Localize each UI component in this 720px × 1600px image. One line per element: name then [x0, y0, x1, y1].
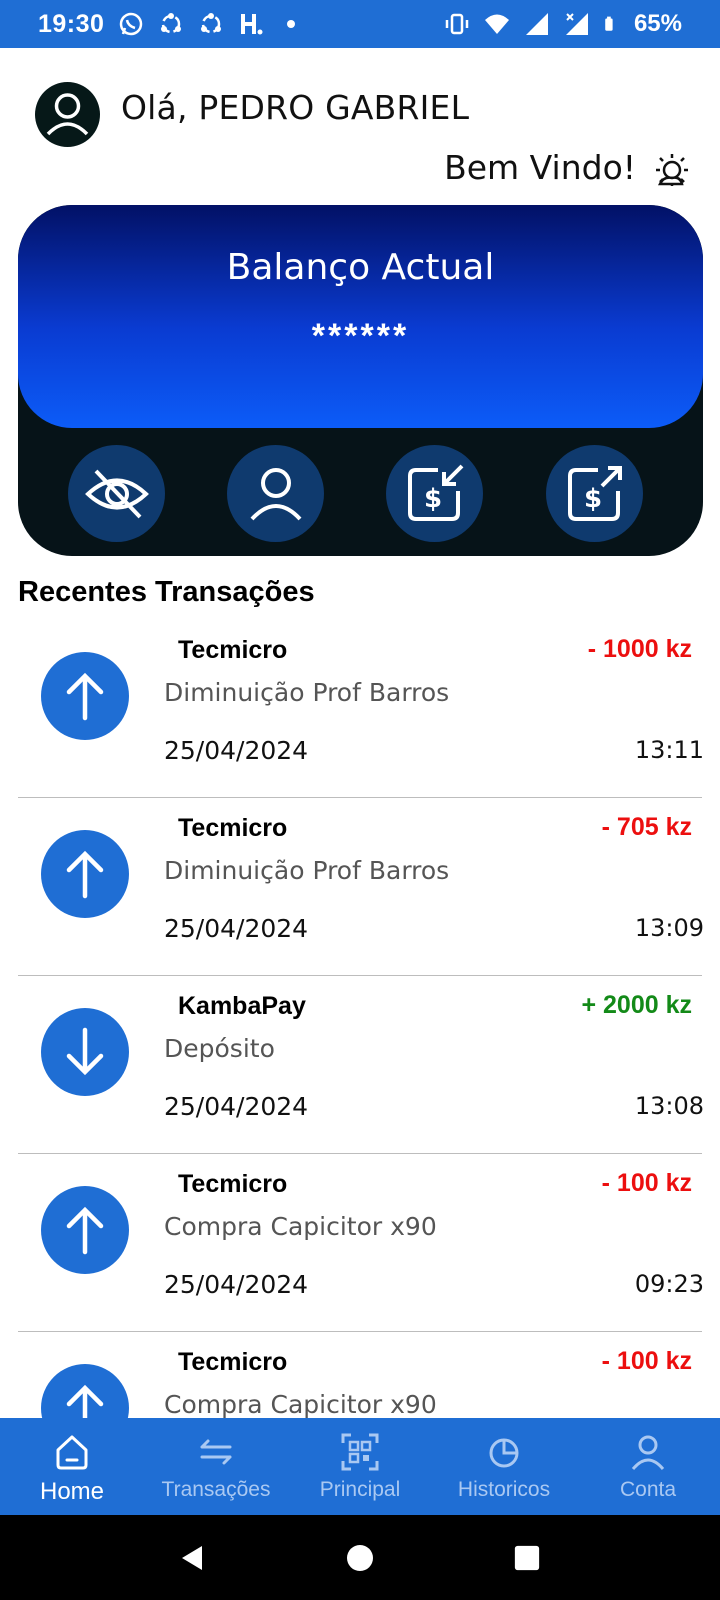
- transaction-time: 09:23: [634, 1270, 704, 1298]
- receive-money-button[interactable]: $: [386, 445, 483, 542]
- transfer-icon: [200, 1439, 232, 1465]
- transaction-date: 25/04/2024: [164, 736, 309, 765]
- transaction-name: Tecmicro: [178, 1170, 288, 1198]
- transaction-description: Compra Capicitor x90: [164, 1390, 437, 1419]
- wifi-icon: [484, 14, 509, 34]
- sync-icon: [161, 13, 182, 34]
- transaction-amount: - 100 kz: [601, 1169, 692, 1197]
- arrow-down-icon: [66, 1027, 104, 1076]
- transaction-date: 25/04/2024: [164, 914, 309, 943]
- balance-panel: Balanço Actual ******: [18, 205, 703, 428]
- transaction-amount: - 705 kz: [601, 813, 692, 841]
- transaction-description: Depósito: [164, 1034, 275, 1063]
- nav-label: Principal: [319, 1478, 401, 1501]
- transaction-time: 13:11: [634, 736, 704, 764]
- square-icon: [514, 1545, 539, 1570]
- transaction-date: 25/04/2024: [164, 1092, 309, 1121]
- balance-title: Balanço Actual: [226, 247, 495, 288]
- transaction-row[interactable]: Tecmicro - 1000 kz Diminuição Prof Barro…: [0, 620, 720, 798]
- back-button[interactable]: [163, 1528, 223, 1588]
- avatar[interactable]: [35, 82, 100, 147]
- system-navigation-bar: [0, 1515, 720, 1600]
- transaction-description: Diminuição Prof Barros: [164, 856, 450, 885]
- nav-label: Transações: [161, 1478, 271, 1501]
- transaction-amount: - 100 kz: [601, 1347, 692, 1375]
- nav-account[interactable]: Conta: [576, 1418, 720, 1515]
- status-bar: 19:30 65%: [0, 0, 720, 48]
- transaction-row[interactable]: Tecmicro - 705 kz Diminuição Prof Barros…: [0, 798, 720, 976]
- eye-off-icon: [84, 469, 149, 518]
- transaction-direction-badge: [41, 1186, 129, 1274]
- balance-value: ******: [311, 317, 410, 355]
- battery-icon: [605, 16, 613, 31]
- sun-cloud-icon: [656, 154, 688, 186]
- balance-card: Balanço Actual ****** $ $: [18, 205, 703, 556]
- home-system-button[interactable]: [330, 1528, 390, 1588]
- nav-principal[interactable]: Principal: [288, 1418, 432, 1515]
- transaction-description: Compra Capicitor x90: [164, 1212, 437, 1241]
- recent-transactions-title: Recentes Transações: [18, 576, 315, 608]
- user-icon: [46, 93, 89, 136]
- circle-icon: [346, 1544, 373, 1571]
- transaction-time: 13:09: [634, 914, 704, 942]
- transaction-amount: - 1000 kz: [587, 635, 692, 663]
- svg-text:$: $: [424, 484, 442, 514]
- svg-text:$: $: [584, 484, 602, 514]
- nav-history[interactable]: Historicos: [432, 1418, 576, 1515]
- status-time: 19:30: [38, 9, 105, 38]
- vibrate-icon: [445, 13, 469, 35]
- transaction-time: 13:08: [634, 1092, 704, 1120]
- sync-icon: [201, 13, 222, 34]
- transaction-name: KambaPay: [178, 992, 306, 1020]
- signal-icon: [565, 13, 588, 35]
- battery-percent: 65%: [633, 10, 682, 37]
- arrow-up-icon: [66, 1206, 104, 1255]
- transaction-description: Diminuição Prof Barros: [164, 678, 450, 707]
- arrow-up-icon: [66, 672, 104, 721]
- transaction-row[interactable]: Tecmicro - 100 kz Compra Capicitor x90 2…: [0, 1154, 720, 1332]
- user-icon: [250, 467, 301, 520]
- back-icon: [182, 1545, 203, 1570]
- pie-chart-icon: [489, 1438, 519, 1468]
- transaction-name: Tecmicro: [178, 1348, 288, 1376]
- qr-scan-icon: [341, 1433, 379, 1471]
- transaction-name: Tecmicro: [178, 814, 288, 842]
- transaction-direction-badge: [41, 652, 129, 740]
- transaction-row[interactable]: KambaPay + 2000 kz Depósito 25/04/2024 1…: [0, 976, 720, 1154]
- hide-balance-button[interactable]: [68, 445, 165, 542]
- account-icon: [631, 1435, 665, 1470]
- send-money-button[interactable]: $: [546, 445, 643, 542]
- whatsapp-icon: [120, 12, 143, 36]
- bottom-navigation: Home Transações Principal Historicos Con…: [0, 1418, 720, 1515]
- nav-label: Historicos: [457, 1478, 551, 1501]
- transaction-date: 25/04/2024: [164, 1270, 309, 1299]
- nav-home[interactable]: Home: [0, 1418, 144, 1515]
- transaction-amount: + 2000 kz: [581, 991, 692, 1019]
- greeting-text: Olá, PEDRO GABRIEL: [121, 88, 470, 127]
- arrow-up-icon: [66, 850, 104, 899]
- receive-money-icon: $: [407, 464, 463, 521]
- signal-icon: [525, 13, 548, 35]
- h-icon: [241, 14, 263, 35]
- transaction-direction-badge: [41, 830, 129, 918]
- welcome-text: Bem Vindo!: [444, 148, 636, 187]
- send-money-icon: $: [567, 465, 622, 521]
- nav-label: Conta: [619, 1478, 677, 1501]
- transaction-list: Tecmicro - 1000 kz Diminuição Prof Barro…: [0, 620, 720, 1510]
- transaction-name: Tecmicro: [178, 636, 288, 664]
- home-icon: [56, 1435, 88, 1470]
- profile-button[interactable]: [227, 445, 324, 542]
- transaction-direction-badge: [41, 1008, 129, 1096]
- dot-icon: [287, 20, 296, 28]
- nav-transactions[interactable]: Transações: [144, 1418, 288, 1515]
- nav-label: Home: [39, 1478, 105, 1505]
- recents-button[interactable]: [497, 1528, 557, 1588]
